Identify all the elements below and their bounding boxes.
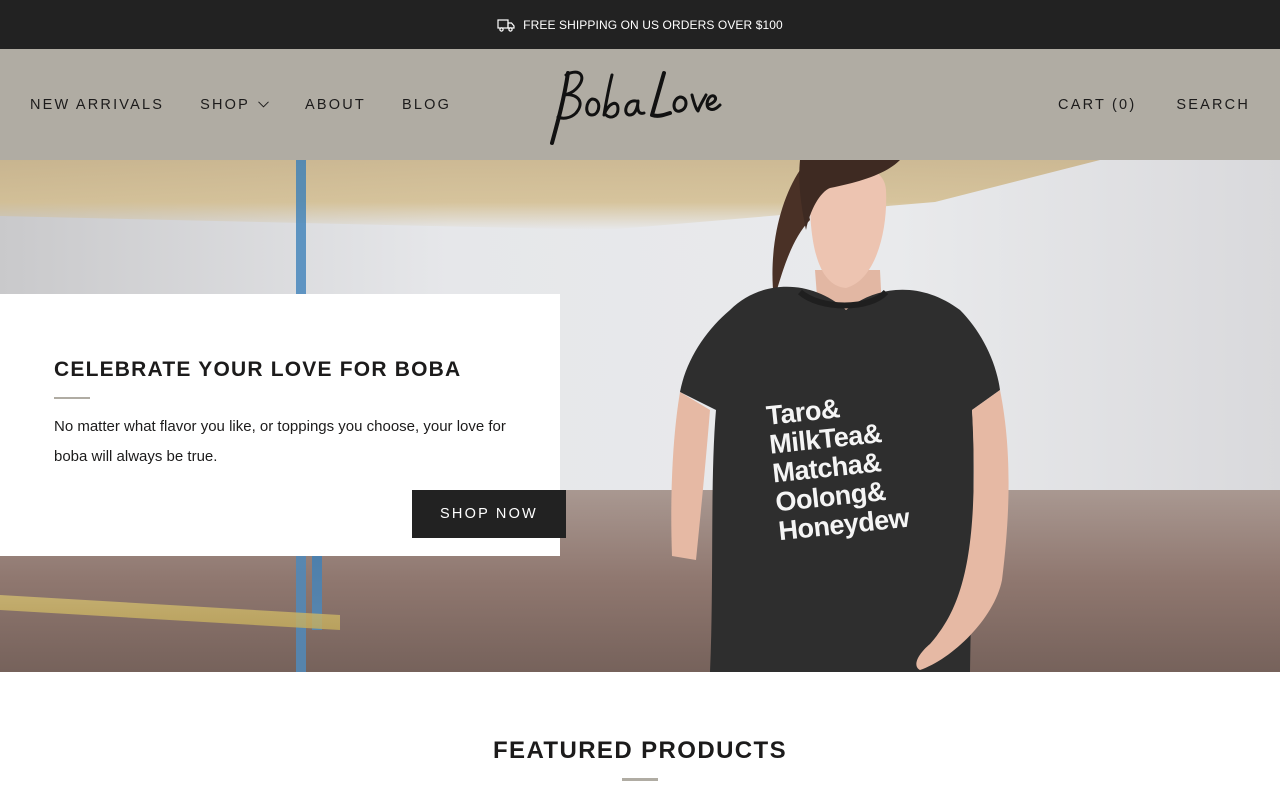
nav-blog-label: BLOG bbox=[401, 96, 452, 113]
featured-title: FEATURED PRODUCTS bbox=[492, 737, 788, 764]
site-header: NEW ARRIVALS SHOP ABOUT BLOG CART (0) SE… bbox=[0, 49, 1280, 160]
chevron-down-icon bbox=[258, 101, 269, 108]
search-link[interactable]: SEARCH bbox=[1176, 97, 1250, 113]
header-actions: CART (0) SEARCH bbox=[1058, 49, 1250, 160]
shirt-print: Taro& MilkTea& Matcha& Oolong& Honeydew bbox=[765, 388, 911, 546]
nav-about-label: ABOUT bbox=[305, 96, 366, 113]
nav-shop-label: SHOP bbox=[200, 96, 251, 113]
announcement-text: FREE SHIPPING ON US ORDERS OVER $100 bbox=[523, 17, 783, 32]
shop-now-button[interactable]: SHOP NOW bbox=[412, 490, 566, 538]
nav-about[interactable]: ABOUT bbox=[305, 97, 366, 113]
nav-shop[interactable]: SHOP bbox=[200, 97, 269, 113]
nav-new-arrivals[interactable]: NEW ARRIVALS bbox=[30, 97, 164, 113]
nav-blog[interactable]: BLOG bbox=[402, 97, 451, 113]
hero-title: CELEBRATE YOUR LOVE FOR BOBA bbox=[54, 358, 462, 381]
cart-link[interactable]: CART (0) bbox=[1058, 97, 1136, 113]
hero-title-rule bbox=[54, 397, 90, 399]
nav-new-arrivals-label: NEW ARRIVALS bbox=[30, 96, 165, 113]
hero-description: No matter what flavor you like, or toppi… bbox=[54, 418, 506, 465]
featured-products-section: FEATURED PRODUCTS bbox=[0, 672, 1280, 800]
main-nav: NEW ARRIVALS SHOP ABOUT BLOG bbox=[30, 49, 451, 160]
announcement-bar: FREE SHIPPING ON US ORDERS OVER $100 bbox=[0, 0, 1280, 49]
site-logo[interactable] bbox=[546, 59, 724, 151]
truck-icon bbox=[497, 18, 515, 32]
featured-title-rule bbox=[622, 778, 658, 781]
